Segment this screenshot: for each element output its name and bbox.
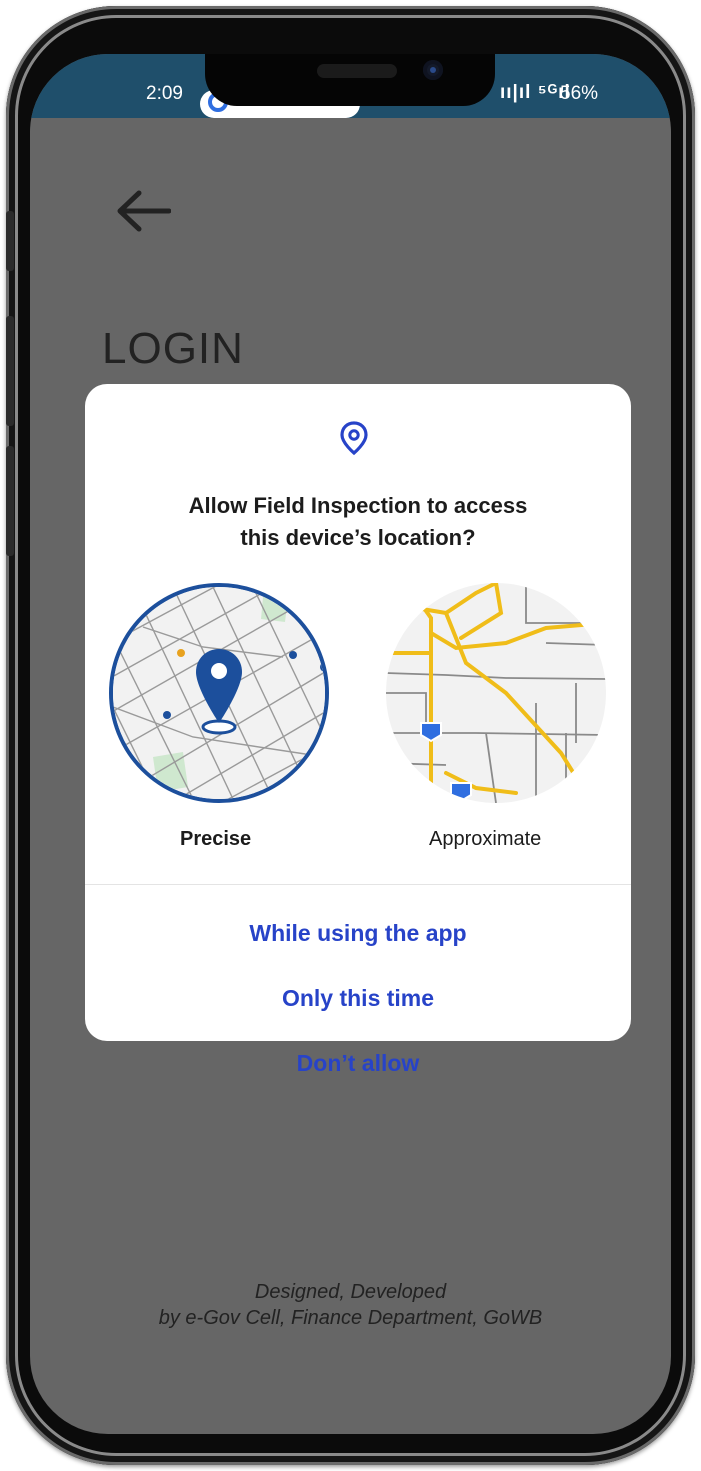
dont-allow-button[interactable]: Don’t allow: [85, 1050, 631, 1077]
dialog-title-line-2: this device’s location?: [240, 525, 476, 550]
only-this-time-button[interactable]: Only this time: [85, 985, 631, 1012]
speaker-grille: [317, 64, 397, 78]
map-pin-icon: [196, 649, 242, 735]
while-using-app-button[interactable]: While using the app: [85, 920, 631, 947]
status-time: 2:09: [146, 83, 183, 104]
approximate-label[interactable]: Approximate: [429, 828, 541, 851]
volume-up-button: [6, 316, 14, 426]
precise-label[interactable]: Precise: [180, 828, 251, 851]
side-button: [6, 211, 14, 271]
location-permission-dialog: Allow Field Inspection to access this de…: [85, 384, 631, 1076]
camera-notch: [205, 54, 495, 106]
location-pin-icon: [340, 421, 368, 456]
camera-icon: [423, 60, 443, 80]
footer-line-2: by e-Gov Cell, Finance Department, GoWB: [158, 1307, 543, 1329]
precise-option[interactable]: [109, 583, 329, 803]
divider: [85, 884, 631, 885]
volume-down-button: [6, 446, 14, 556]
approximate-option[interactable]: [386, 583, 606, 803]
dialog-title: Allow Field Inspection to access this de…: [85, 490, 631, 554]
approximate-map-illustration: [386, 583, 606, 803]
dialog-title-line-1: Allow Field Inspection to access: [188, 493, 528, 518]
footer-line-1: Designed, Developed: [254, 1281, 447, 1303]
back-arrow-icon[interactable]: [115, 189, 171, 233]
page-title: LOGIN: [102, 324, 244, 373]
battery-level: 56%: [560, 83, 599, 104]
screen: 2:09 ıı|ıl ⁵ᴳıl 56% LOGIN Designed, Deve…: [30, 54, 671, 1434]
